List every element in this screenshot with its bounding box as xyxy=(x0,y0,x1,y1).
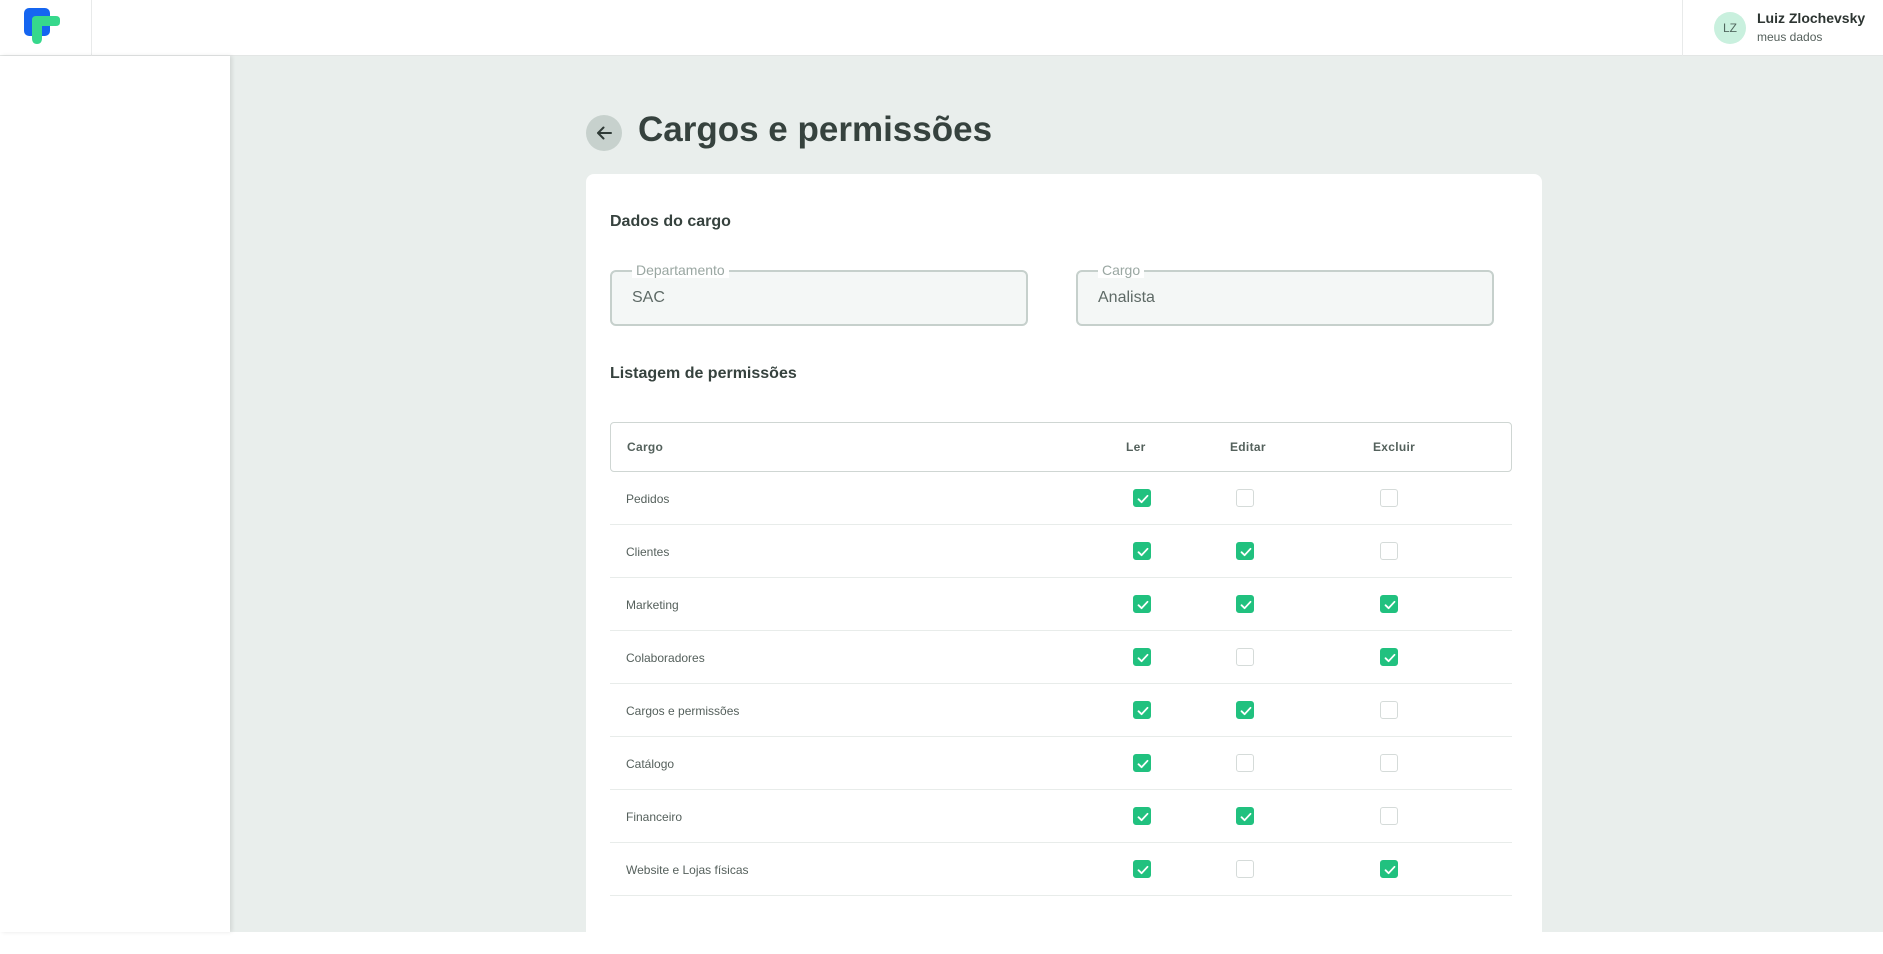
excluir-checkbox[interactable] xyxy=(1380,542,1398,560)
check-icon xyxy=(1137,547,1149,557)
check-icon xyxy=(1137,706,1149,716)
back-button[interactable] xyxy=(586,115,622,151)
excluir-checkbox[interactable] xyxy=(1380,595,1398,613)
page-title: Cargos e permissões xyxy=(638,110,993,149)
table-row: Website e Lojas físicas xyxy=(610,843,1512,896)
editar-checkbox[interactable] xyxy=(1236,860,1254,878)
my-data-link[interactable]: meus dados xyxy=(1757,30,1822,44)
permission-name: Marketing xyxy=(626,598,679,612)
editar-checkbox[interactable] xyxy=(1236,489,1254,507)
check-icon xyxy=(1240,547,1252,557)
ler-checkbox[interactable] xyxy=(1133,595,1151,613)
ler-checkbox[interactable] xyxy=(1133,701,1151,719)
check-icon xyxy=(1384,653,1396,663)
permissions-heading: Listagem de permissões xyxy=(610,365,797,382)
ler-checkbox[interactable] xyxy=(1133,542,1151,560)
editar-checkbox[interactable] xyxy=(1236,701,1254,719)
table-row: Catálogo xyxy=(610,737,1512,790)
table-body: Pedidos Clientes Marketing Colaboradores Car… xyxy=(610,472,1512,896)
editar-checkbox[interactable] xyxy=(1236,754,1254,772)
ler-checkbox[interactable] xyxy=(1133,807,1151,825)
table-row: Pedidos xyxy=(610,472,1512,525)
check-icon xyxy=(1137,759,1149,769)
arrow-left-icon xyxy=(597,126,612,140)
excluir-checkbox[interactable] xyxy=(1380,489,1398,507)
check-icon xyxy=(1137,812,1149,822)
column-header-excluir: Excluir xyxy=(1373,440,1416,454)
excluir-checkbox[interactable] xyxy=(1380,701,1398,719)
permission-name: Website e Lojas físicas xyxy=(626,863,749,877)
check-icon xyxy=(1137,494,1149,504)
table-row: Colaboradores xyxy=(610,631,1512,684)
excluir-checkbox[interactable] xyxy=(1380,648,1398,666)
editar-checkbox[interactable] xyxy=(1236,807,1254,825)
table-row: Cargos e permissões xyxy=(610,684,1512,737)
check-icon xyxy=(1137,653,1149,663)
check-icon xyxy=(1384,865,1396,875)
check-icon xyxy=(1137,600,1149,610)
table-row: Marketing xyxy=(610,578,1512,631)
ler-checkbox[interactable] xyxy=(1133,489,1151,507)
excluir-checkbox[interactable] xyxy=(1380,807,1398,825)
editar-checkbox[interactable] xyxy=(1236,595,1254,613)
column-header-cargo: Cargo xyxy=(627,440,664,454)
column-header-ler: Ler xyxy=(1126,440,1146,454)
logo-area[interactable] xyxy=(0,0,92,56)
app-logo-icon[interactable] xyxy=(24,8,60,44)
editar-checkbox[interactable] xyxy=(1236,648,1254,666)
role-data-heading: Dados do cargo xyxy=(610,213,731,230)
excluir-checkbox[interactable] xyxy=(1380,754,1398,772)
column-header-editar: Editar xyxy=(1230,440,1266,454)
user-name: Luiz Zlochevsky xyxy=(1757,10,1866,26)
editar-checkbox[interactable] xyxy=(1236,542,1254,560)
role-field[interactable]: Cargo Analista xyxy=(1076,262,1494,326)
check-icon xyxy=(1240,812,1252,822)
table-row: Clientes xyxy=(610,525,1512,578)
permission-name: Catálogo xyxy=(626,757,675,771)
sidebar xyxy=(0,56,230,932)
permission-name: Pedidos xyxy=(626,492,670,506)
department-value[interactable]: SAC xyxy=(632,289,665,307)
permission-name: Colaboradores xyxy=(626,651,705,665)
check-icon xyxy=(1240,706,1252,716)
ler-checkbox[interactable] xyxy=(1133,860,1151,878)
department-label: Departamento xyxy=(632,262,729,278)
permission-name: Clientes xyxy=(626,545,670,559)
user-menu[interactable]: LZ Luiz Zlochevsky meus dados xyxy=(1682,0,1883,56)
excluir-checkbox[interactable] xyxy=(1380,860,1398,878)
check-icon xyxy=(1137,865,1149,875)
role-card: Dados do cargo Departamento SAC Cargo An… xyxy=(586,174,1542,954)
table-row: Financeiro xyxy=(610,790,1512,843)
role-value[interactable]: Analista xyxy=(1098,289,1155,307)
department-field[interactable]: Departamento SAC xyxy=(610,262,1028,326)
ler-checkbox[interactable] xyxy=(1133,754,1151,772)
top-bar: LZ Luiz Zlochevsky meus dados xyxy=(0,0,1883,56)
permissions-table: Cargo Ler Editar Excluir Pedidos Clientes… xyxy=(610,422,1512,896)
avatar[interactable]: LZ xyxy=(1714,12,1746,44)
permission-name: Cargos e permissões xyxy=(626,704,740,718)
role-label: Cargo xyxy=(1098,262,1145,278)
check-icon xyxy=(1240,600,1252,610)
check-icon xyxy=(1384,600,1396,610)
ler-checkbox[interactable] xyxy=(1133,648,1151,666)
permission-name: Financeiro xyxy=(626,810,683,824)
main-content: Cargos e permissões Dados do cargo Depar… xyxy=(230,56,1883,954)
table-header: Cargo Ler Editar Excluir xyxy=(610,422,1512,472)
